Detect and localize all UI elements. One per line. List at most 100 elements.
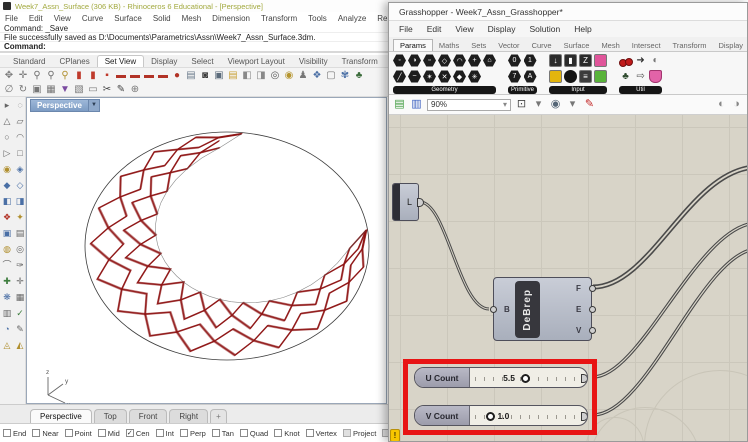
sidebar-tool-icon-3[interactable]: △	[1, 115, 13, 127]
zoom-extents-icon[interactable]: ▮	[73, 70, 85, 82]
preview-mode-icon[interactable]: ◑	[730, 98, 743, 111]
split-horizontal-icon[interactable]: ◧	[241, 70, 253, 82]
gh-tab-display[interactable]: Display	[712, 40, 748, 51]
chevron-down-icon[interactable]: ▼	[89, 99, 100, 112]
geometry-component-icon[interactable]: ▫	[423, 54, 436, 67]
set-view-right-icon[interactable]: ▬	[143, 70, 155, 82]
menu-surface[interactable]: Surface	[114, 14, 142, 23]
sidebar-tool-icon-7[interactable]: ▷	[1, 147, 13, 159]
toolbar-tab-viewport-layout[interactable]: Viewport Layout	[221, 56, 292, 67]
viewport-display-icon[interactable]: ▣	[213, 70, 225, 82]
camera-icon[interactable]: ◙	[199, 70, 211, 82]
filter-icon[interactable]: ▼	[59, 84, 71, 96]
sidebar-tool-icon-10[interactable]: ◈	[14, 163, 26, 175]
chevron-down-icon[interactable]: ▾	[503, 100, 507, 109]
add-view-icon[interactable]: ⊕	[129, 84, 141, 96]
checkbox[interactable]	[306, 429, 314, 437]
sidebar-tool-icon-8[interactable]: □	[14, 147, 26, 159]
target-icon[interactable]: ◉	[283, 70, 295, 82]
gh-tab-intersect[interactable]: Intersect	[626, 40, 667, 51]
viewport-tab-right[interactable]: Right	[169, 409, 208, 423]
toolbar-tab-select[interactable]: Select	[184, 56, 220, 67]
zoom-target-icon[interactable]: ▪	[101, 70, 113, 82]
toolbar-tab-transform[interactable]: Transform	[335, 56, 385, 67]
output-port-f[interactable]	[589, 285, 596, 292]
set-view-perspective-icon[interactable]: ●	[171, 70, 183, 82]
toolbar-tab-visibility[interactable]: Visibility	[292, 56, 335, 67]
rotate-view-icon[interactable]: ◎	[269, 70, 281, 82]
gh-tab-sets[interactable]: Sets	[465, 40, 492, 51]
sidebar-tool-icon-28[interactable]: ✓	[14, 307, 26, 319]
flatten-icon[interactable]: ▭	[87, 84, 99, 96]
viewport-b-icon[interactable]: ▦	[45, 84, 57, 96]
move-view-icon[interactable]: ✛	[17, 70, 29, 82]
geometry-component-icon[interactable]: ╱	[393, 70, 406, 83]
gh-tab-maths[interactable]: Maths	[433, 40, 465, 51]
viewport-title-dropdown[interactable]: Perspective ▼	[30, 99, 100, 112]
button-icon[interactable]	[564, 70, 577, 83]
set-view-top-icon[interactable]: ▬	[115, 70, 127, 82]
sidebar-tool-icon-31[interactable]: ◬	[1, 339, 13, 351]
zoom-extents-all-icon[interactable]: ▮	[87, 70, 99, 82]
sidebar-tool-icon-4[interactable]: ▱	[14, 115, 26, 127]
paired-views-icon[interactable]: ❖	[311, 70, 323, 82]
menu-mesh[interactable]: Mesh	[182, 14, 202, 23]
checkbox[interactable]	[180, 429, 188, 437]
menu-dimension[interactable]: Dimension	[212, 14, 250, 23]
set-view-back-icon[interactable]: ▬	[157, 70, 169, 82]
checkbox[interactable]: ✓	[126, 429, 134, 437]
caret-icon[interactable]: ▾	[566, 98, 579, 111]
geometry-component-icon[interactable]: ✳	[468, 70, 481, 83]
osnap-end[interactable]: End	[3, 429, 26, 438]
sidebar-tool-icon-6[interactable]: ◠	[14, 131, 26, 143]
osnap-tan[interactable]: Tan	[212, 429, 234, 438]
sidebar-tool-icon-14[interactable]: ◨	[14, 195, 26, 207]
sidebar-tool-icon-25[interactable]: ❋	[1, 291, 13, 303]
relay-icon[interactable]: ➜	[634, 54, 647, 67]
geometry-component-icon[interactable]: ◇	[438, 54, 451, 67]
toolbar-tab-set-view[interactable]: Set View	[97, 55, 144, 67]
sphere-icon[interactable]: ◐	[649, 54, 662, 67]
checkbox[interactable]	[343, 429, 351, 437]
gh-menu-solution[interactable]: Solution	[530, 24, 561, 34]
zoom-extents-icon[interactable]: ⊡	[515, 98, 528, 111]
menu-solid[interactable]: Solid	[153, 14, 171, 23]
component-name-capsule[interactable]: DeBrep	[515, 281, 540, 338]
sidebar-tool-icon-5[interactable]: ○	[1, 131, 13, 143]
gh-tab-transform[interactable]: Transform	[667, 40, 713, 51]
sidebar-tool-icon-23[interactable]: ✚	[1, 275, 13, 287]
sidebar-tool-icon-27[interactable]: ▥	[1, 307, 13, 319]
primitive-component-icon[interactable]: 1	[524, 54, 537, 67]
caret-icon[interactable]: ▾	[532, 98, 545, 111]
primitive-component-icon[interactable]: 7	[508, 70, 521, 83]
sidebar-tool-icon-24[interactable]: ✛	[14, 275, 26, 287]
osnap-int[interactable]: Int	[156, 429, 174, 438]
checkbox[interactable]	[212, 429, 220, 437]
geometry-param-component[interactable]: L	[392, 183, 419, 221]
viewport-tab-front[interactable]: Front	[129, 409, 168, 423]
sidebar-tool-icon-15[interactable]: ❖	[1, 211, 13, 223]
save-icon[interactable]: ▥	[410, 98, 423, 111]
viewport-a-icon[interactable]: ▣	[31, 84, 43, 96]
toolbar-tab-display[interactable]: Display	[144, 56, 184, 67]
osnap-point[interactable]: Point	[65, 429, 92, 438]
geometry-component-icon[interactable]: ✕	[438, 70, 451, 83]
sidebar-tool-icon-22[interactable]: ✑	[14, 259, 26, 271]
sidebar-tool-icon-21[interactable]: ⌒	[1, 259, 13, 271]
expression-icon[interactable]: Z	[579, 54, 592, 67]
gumball-icon[interactable]: ◐	[715, 98, 728, 111]
toolbar-tab-standard[interactable]: Standard	[6, 56, 52, 67]
viewport-tab-perspective[interactable]: Perspective	[30, 409, 92, 423]
gh-tab-curve[interactable]: Curve	[526, 40, 558, 51]
cherry-picker-icon[interactable]	[619, 54, 632, 67]
import-icon[interactable]: ↓	[549, 54, 562, 67]
sidebar-tool-icon-1[interactable]: ▸	[1, 99, 13, 111]
geometry-component-icon[interactable]: ◑	[408, 54, 421, 67]
image-icon[interactable]	[594, 54, 607, 67]
section-icon[interactable]: ▧	[73, 84, 85, 96]
spinner-icon[interactable]: ✾	[339, 70, 351, 82]
value-list-icon[interactable]: ≡	[579, 70, 592, 83]
flask-icon[interactable]	[649, 70, 662, 83]
pixel-icon[interactable]	[594, 70, 607, 83]
split-vertical-icon[interactable]: ◨	[255, 70, 267, 82]
